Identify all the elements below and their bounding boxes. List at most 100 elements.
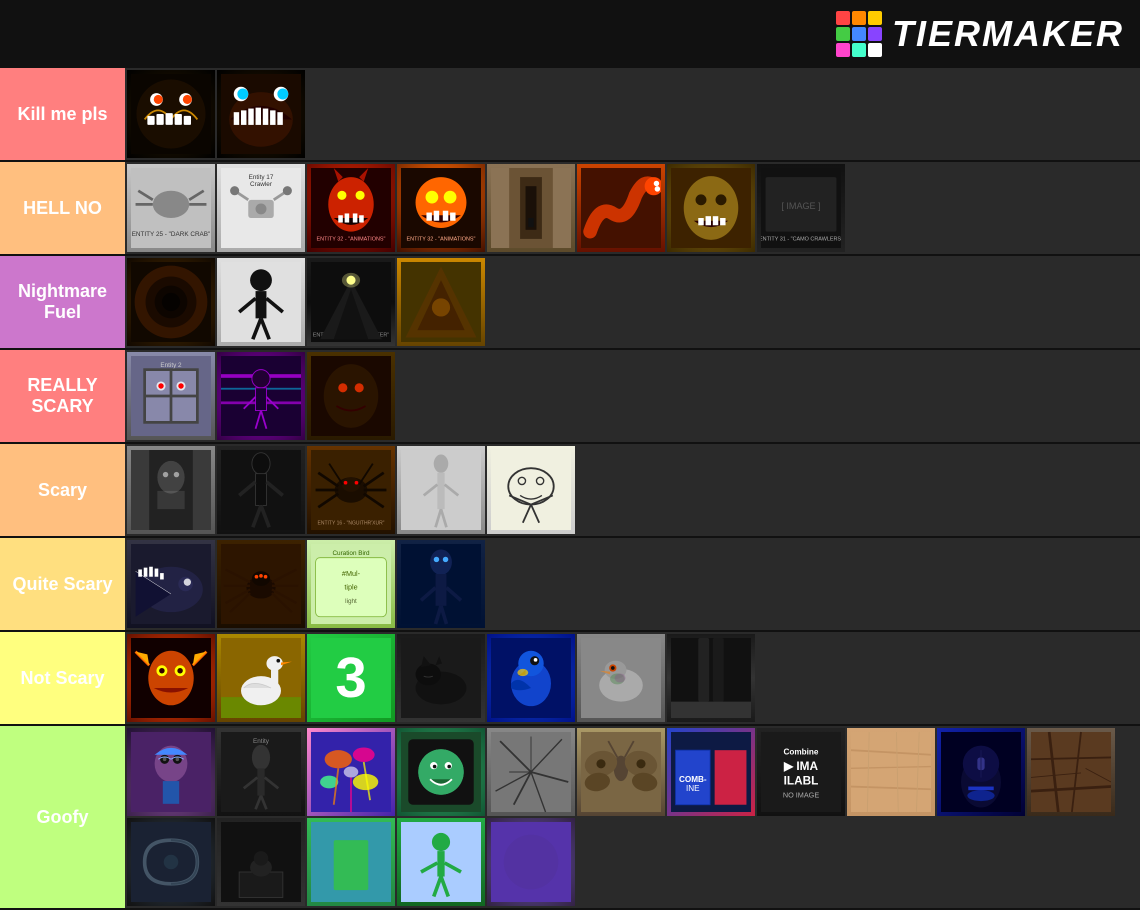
tier-image[interactable]	[397, 728, 485, 816]
tier-label-not-scary: Not Scary	[0, 632, 125, 724]
image-content	[577, 634, 665, 722]
tier-row-not-scary: Not Scary	[0, 632, 1140, 726]
tier-label-quite-scary: Quite Scary	[0, 538, 125, 630]
image-content	[127, 446, 215, 534]
tier-image[interactable]	[487, 818, 575, 906]
image-content	[397, 818, 485, 906]
tier-content-quite-scary: Curation Bird #Mul- tiple light	[125, 538, 1140, 630]
tier-image[interactable]: Curation Bird #Mul- tiple light	[307, 540, 395, 628]
tier-image[interactable]	[667, 634, 755, 722]
image-content	[127, 728, 215, 816]
tier-image[interactable]	[397, 540, 485, 628]
tier-image[interactable]	[307, 818, 395, 906]
tier-image[interactable]: Combine ▶ IMA ILABL NO IMAGE	[757, 728, 845, 816]
image-content	[667, 634, 755, 722]
logo-icon-grid	[836, 11, 882, 57]
tier-label-goofy: Goofy	[0, 726, 125, 908]
tier-image[interactable]: Entity 17 Crawler	[217, 164, 305, 252]
tier-content-really-scary: Entity 2	[125, 350, 1140, 442]
tier-image[interactable]	[397, 818, 485, 906]
tier-image[interactable]	[217, 70, 305, 158]
tier-image[interactable]	[847, 728, 935, 816]
image-content: ENTITY 16 - "NGUITHR'XUR"	[307, 446, 395, 534]
svg-text:[ IMAGE ]: [ IMAGE ]	[781, 201, 820, 211]
tier-image[interactable]	[127, 634, 215, 722]
svg-text:light: light	[345, 598, 357, 605]
svg-text:Curation Bird: Curation Bird	[332, 550, 370, 557]
svg-text:ENTITY 31 - "CAMO CRAWLERS": ENTITY 31 - "CAMO CRAWLERS"	[761, 237, 841, 243]
tier-image[interactable]	[127, 728, 215, 816]
tier-image[interactable]	[487, 634, 575, 722]
tier-image[interactable]	[127, 818, 215, 906]
tier-image[interactable]	[217, 446, 305, 534]
tier-image[interactable]: ENTITY 13 - "TRANSPORTER"	[307, 258, 395, 346]
tier-image[interactable]	[577, 728, 665, 816]
svg-text:Entity 2: Entity 2	[160, 362, 182, 369]
tier-image[interactable]	[397, 634, 485, 722]
tier-image[interactable]	[217, 818, 305, 906]
tier-image[interactable]	[307, 728, 395, 816]
tier-image[interactable]: ENTITY 32 - "ANIMATIONS"	[307, 164, 395, 252]
tier-row-nightmare: Nightmare Fuel	[0, 256, 1140, 350]
tier-image[interactable]	[487, 728, 575, 816]
tier-image[interactable]	[1027, 728, 1115, 816]
image-content	[487, 818, 575, 906]
tier-image[interactable]	[487, 446, 575, 534]
image-content	[1027, 728, 1115, 816]
tier-image[interactable]	[127, 70, 215, 158]
image-content	[487, 728, 575, 816]
tier-image[interactable]	[307, 352, 395, 440]
tier-image[interactable]: ENTITY 11 - "BURSTERS"	[397, 258, 485, 346]
image-content: Combine ▶ IMA ILABL NO IMAGE	[757, 728, 845, 816]
tier-image[interactable]: COMB- INE	[667, 728, 755, 816]
tier-image[interactable]	[397, 446, 485, 534]
image-content	[217, 634, 305, 722]
image-content: ENTITY 32 - "ANIMATIONS"	[307, 164, 395, 252]
tiermaker-logo-text: TierMaker	[892, 13, 1124, 55]
image-content	[487, 164, 575, 252]
tier-image[interactable]	[217, 258, 305, 346]
logo-cell	[836, 43, 850, 57]
logo-cell	[852, 27, 866, 41]
svg-text:Entity: Entity	[253, 738, 270, 745]
image-content: Entity 2	[127, 352, 215, 440]
tier-image[interactable]: ENTITY 31 - "CAMO CRAWLERS" [ IMAGE ]	[757, 164, 845, 252]
image-content	[127, 258, 215, 346]
tier-image[interactable]	[577, 634, 665, 722]
tier-content-kill-me	[125, 68, 1140, 160]
image-content: ENTITY 11 - "BURSTERS"	[397, 258, 485, 346]
image-content	[127, 70, 215, 158]
tier-image[interactable]: 3	[307, 634, 395, 722]
tier-label-nightmare: Nightmare Fuel	[0, 256, 125, 348]
tier-image[interactable]	[217, 352, 305, 440]
tier-image[interactable]	[217, 634, 305, 722]
image-content	[487, 446, 575, 534]
tier-image[interactable]: ENTITY 25 - "DARK CRAB"	[127, 164, 215, 252]
tier-row-quite-scary: Quite Scary	[0, 538, 1140, 632]
tier-content-nightmare: ENTITY 13 - "TRANSPORTER" ENTITY 11	[125, 256, 1140, 348]
header-bar: TierMaker	[0, 0, 1140, 68]
image-content	[307, 352, 395, 440]
tier-row-really-scary: REALLY SCARY Entity 2	[0, 350, 1140, 444]
tier-image[interactable]: Entity 2	[127, 352, 215, 440]
image-content: ENTITY 13 - "TRANSPORTER"	[307, 258, 395, 346]
image-content	[307, 728, 395, 816]
tier-image[interactable]	[127, 446, 215, 534]
tier-image[interactable]: ENTITY 32 - "ANIMATIONS"	[397, 164, 485, 252]
image-content: 3	[307, 634, 395, 722]
tier-image[interactable]: Entity	[217, 728, 305, 816]
logo-cell	[852, 11, 866, 25]
tier-image[interactable]	[937, 728, 1025, 816]
image-content	[217, 258, 305, 346]
svg-text:Combine: Combine	[784, 748, 819, 757]
tier-image[interactable]	[217, 540, 305, 628]
tier-image[interactable]	[487, 164, 575, 252]
svg-text:3: 3	[335, 646, 366, 709]
tier-image[interactable]	[667, 164, 755, 252]
tier-content-hell-no: ENTITY 25 - "DARK CRAB" Entity 17	[125, 162, 1140, 254]
tier-image[interactable]	[127, 258, 215, 346]
tier-content-scary: ENTITY 16 - "NGUITHR'XUR"	[125, 444, 1140, 536]
tier-image[interactable]	[577, 164, 665, 252]
tier-image[interactable]	[127, 540, 215, 628]
tier-image[interactable]: ENTITY 16 - "NGUITHR'XUR"	[307, 446, 395, 534]
